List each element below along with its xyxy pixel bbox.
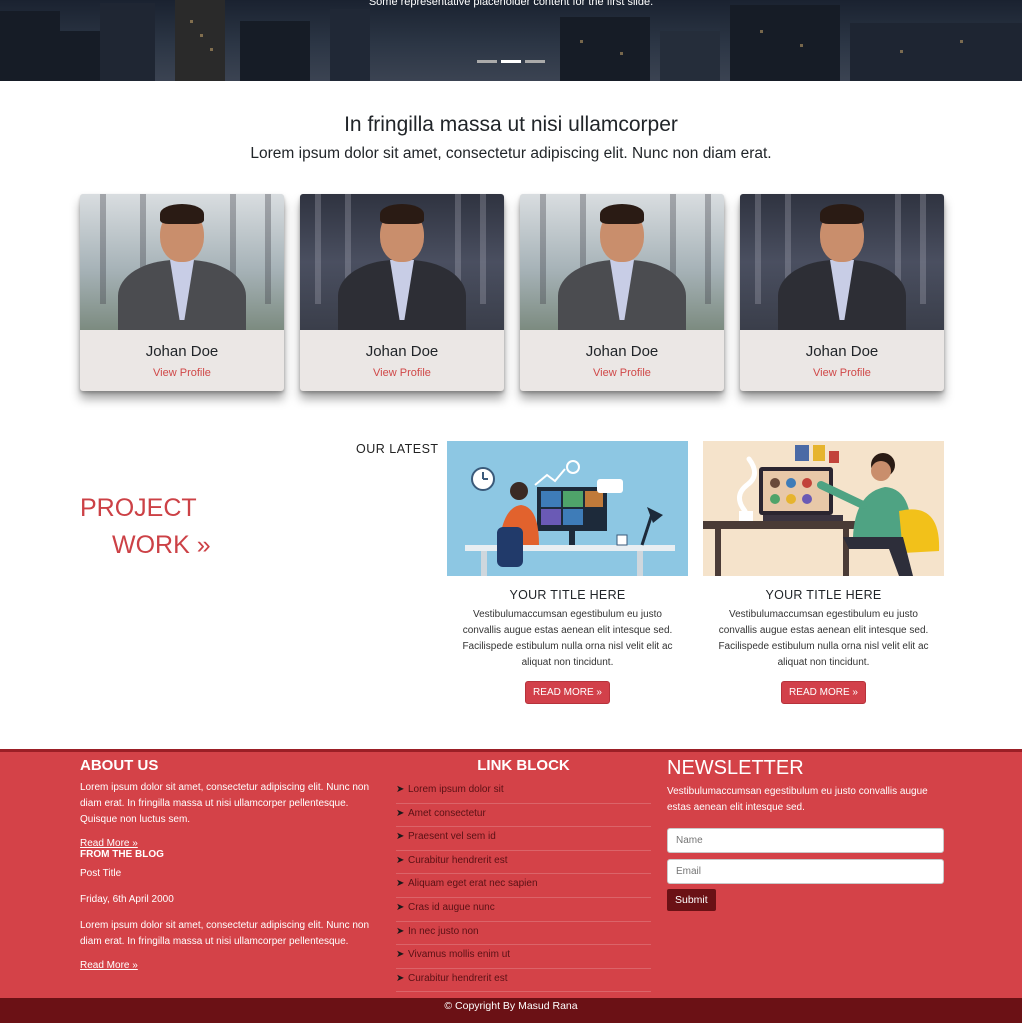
skyline-building [0, 11, 60, 81]
copyright-bar: © Copyright By Masud Rana [0, 998, 1022, 1023]
link-item[interactable]: ➤ Praesent vel sem id [396, 827, 651, 851]
project-image-video-meeting [447, 441, 688, 576]
team-member-name: Johan Doe [805, 343, 879, 360]
building-light [190, 20, 193, 23]
link-item[interactable]: ➤ Amet consectetur [396, 804, 651, 828]
paper-plane-icon: ➤ [396, 854, 405, 866]
building-light [800, 44, 803, 47]
view-profile-link[interactable]: View Profile [740, 367, 944, 379]
project-card: YOUR TITLE HERE Vestibulumaccumsan egest… [447, 441, 688, 704]
from-the-blog-title: FROM THE BLOG [80, 849, 164, 860]
footer: ABOUT US Lorem ipsum dolor sit amet, con… [0, 749, 1022, 998]
link-item[interactable]: ➤ In nec justo non [396, 922, 651, 946]
section-title: In fringilla massa ut nisi ullamcorper [344, 113, 678, 136]
paper-plane-icon: ➤ [396, 807, 405, 819]
link-list: ➤ Lorem ipsum dolor sit ➤ Amet consectetur… [396, 780, 651, 993]
about-us-text: Lorem ipsum dolor sit amet, consectetur … [80, 782, 370, 825]
blog-post-date: Friday, 6th April 2000 [80, 894, 174, 905]
team-member-name: Johan Doe [585, 343, 659, 360]
profile-photo [300, 194, 504, 330]
about-read-more-link[interactable]: Read More » [80, 838, 370, 849]
read-more-button[interactable]: READ MORE » [525, 681, 610, 704]
skyline-building [175, 0, 225, 81]
project-work-line1: PROJECT [80, 494, 197, 522]
skyline-building [660, 31, 720, 81]
carousel-indicators [477, 60, 545, 63]
profile-photo [520, 194, 724, 330]
hero-carousel: Some representative placeholder content … [0, 0, 1022, 81]
project-description: Vestibulumaccumsan egestibulum eu justo … [462, 609, 673, 668]
paper-plane-icon: ➤ [396, 784, 405, 795]
carousel-indicator-3[interactable] [525, 60, 545, 63]
link-block-title: LINK BLOCK [477, 757, 570, 774]
newsletter-title: NEWSLETTER [667, 757, 804, 779]
profile-photo [80, 194, 284, 330]
skyline-building [730, 5, 840, 81]
about-us-section: ABOUT US Lorem ipsum dolor sit amet, con… [80, 757, 370, 971]
name-input[interactable] [667, 828, 944, 853]
submit-button[interactable]: Submit [667, 889, 716, 911]
blog-post-title[interactable]: Post Title [80, 866, 370, 882]
paper-plane-icon: ➤ [396, 925, 405, 937]
team-card: Johan Doe View Profile [300, 194, 504, 391]
team-member-name: Johan Doe [145, 343, 219, 360]
carousel-indicator-2[interactable] [501, 60, 521, 63]
newsletter-section: NEWSLETTER Vestibulumaccumsan egestibulu… [667, 757, 944, 911]
paper-plane-icon: ➤ [396, 901, 405, 913]
team-member-name: Johan Doe [365, 343, 439, 360]
skyline-building [330, 9, 370, 81]
link-block-section: LINK BLOCK ➤ Lorem ipsum dolor sit ➤ Amet … [396, 757, 651, 993]
paper-plane-icon: ➤ [396, 949, 405, 961]
paper-plane-icon: ➤ [396, 878, 405, 890]
link-item[interactable]: ➤ Curabitur hendrerit est [396, 851, 651, 875]
project-card: YOUR TITLE HERE Vestibulumaccumsan egest… [703, 441, 944, 704]
carousel-indicator-1[interactable] [477, 60, 497, 63]
building-light [620, 52, 623, 55]
project-description: Vestibulumaccumsan egestibulum eu justo … [718, 609, 929, 668]
project-work-line2: WORK » [112, 531, 211, 559]
email-input[interactable] [667, 859, 944, 884]
paper-plane-icon: ➤ [396, 831, 405, 843]
paper-plane-icon: ➤ [396, 972, 405, 984]
skyline-building [60, 31, 100, 81]
skyline-building [560, 17, 650, 81]
view-profile-link[interactable]: View Profile [80, 367, 284, 379]
link-item[interactable]: ➤ Aliquam eget erat nec sapien [396, 874, 651, 898]
team-card: Johan Doe View Profile [740, 194, 944, 391]
hero-caption: Some representative placeholder content … [368, 0, 654, 8]
skyline-building [240, 21, 310, 81]
link-item[interactable]: ➤ Vivamus mollis enim ut [396, 945, 651, 969]
blog-post-text: Lorem ipsum dolor sit amet, consectetur … [80, 920, 370, 947]
building-light [210, 48, 213, 51]
our-latest-label: OUR LATEST [356, 442, 439, 456]
view-profile-link[interactable]: View Profile [520, 367, 724, 379]
building-light [200, 34, 203, 37]
blog-read-more-link[interactable]: Read More » [80, 960, 370, 971]
section-subtitle: Lorem ipsum dolor sit amet, consectetur … [250, 145, 772, 162]
skyline-building [100, 3, 155, 81]
view-profile-link[interactable]: View Profile [300, 367, 504, 379]
profile-photo [740, 194, 944, 330]
link-item[interactable]: ➤ Curabitur hendrerit est [396, 969, 651, 993]
project-title: YOUR TITLE HERE [765, 588, 882, 602]
team-card: Johan Doe View Profile [520, 194, 724, 391]
project-work-heading[interactable]: PROJECT WORK » [80, 490, 211, 564]
project-image-remote-work [703, 441, 944, 576]
project-title: YOUR TITLE HERE [509, 588, 626, 602]
building-light [960, 40, 963, 43]
newsletter-text: Vestibulumaccumsan egestibulum eu justo … [667, 786, 928, 813]
building-light [900, 50, 903, 53]
skyline-building [850, 23, 1022, 81]
about-us-title: ABOUT US [80, 757, 159, 774]
team-card: Johan Doe View Profile [80, 194, 284, 391]
building-light [580, 40, 583, 43]
read-more-button[interactable]: READ MORE » [781, 681, 866, 704]
link-item[interactable]: ➤ Lorem ipsum dolor sit [396, 780, 651, 804]
link-item[interactable]: ➤ Cras id augue nunc [396, 898, 651, 922]
building-light [760, 30, 763, 33]
